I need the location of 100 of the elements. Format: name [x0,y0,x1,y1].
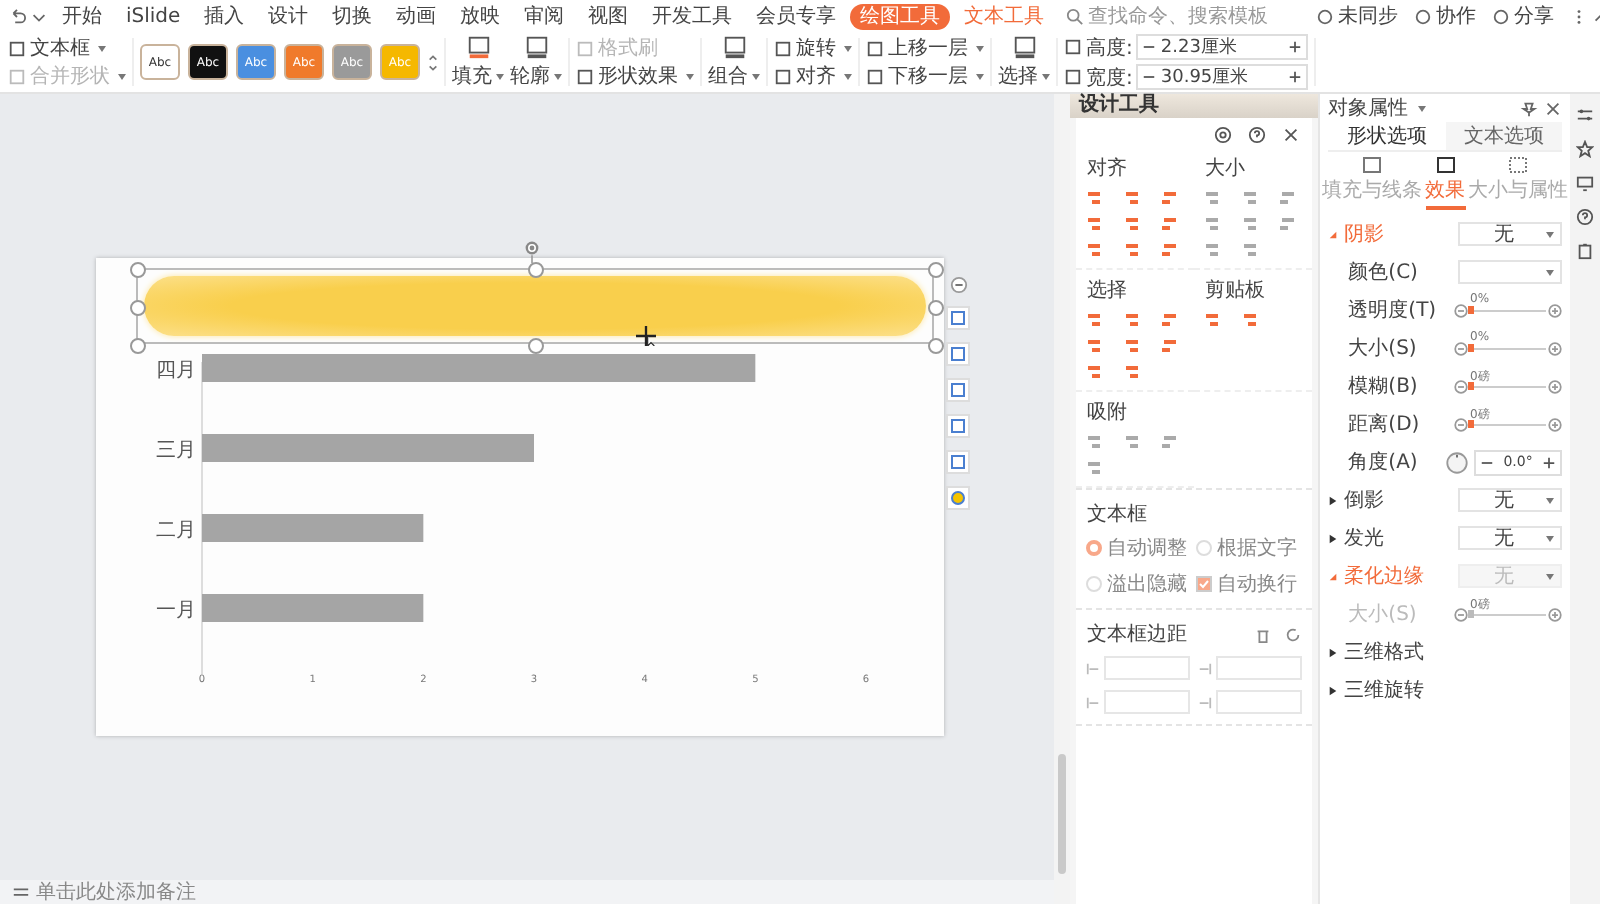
ribbon-button[interactable]: 上移一层 [866,36,984,60]
checkbox-icon[interactable] [1196,576,1213,592]
gallery-more-icon[interactable] [428,53,438,71]
slider-thumb[interactable] [1468,381,1475,389]
size-spinner[interactable]: 2.23厘米 [1136,34,1309,60]
resize-icon[interactable] [1276,188,1297,208]
resize-icon[interactable] [1240,240,1261,260]
section-header[interactable]: 倒影 [1328,486,1385,514]
menu-tab[interactable]: 开发工具 [642,3,743,29]
help-icon[interactable] [1248,126,1267,144]
star-icon[interactable] [1576,140,1594,158]
align-icon[interactable] [1158,214,1179,234]
menu-tab[interactable]: 插入 [194,3,255,29]
menu-tab[interactable]: 动画 [386,3,447,29]
resize-icon[interactable] [1240,214,1261,234]
resize-handle[interactable] [129,299,145,315]
checkbox-option[interactable]: 自动换行 [1196,570,1303,598]
size-spinner[interactable]: 30.95厘米 [1136,64,1309,90]
frame-icon[interactable] [946,306,970,330]
caret-icon[interactable] [1418,105,1427,111]
align-icon[interactable] [1158,188,1179,208]
resize-handle[interactable] [927,337,943,353]
align-icon[interactable] [1122,214,1143,234]
radio-option[interactable]: 溢出隐藏 [1086,570,1193,598]
resize-handle[interactable] [927,299,943,315]
ribbon-button[interactable]: 下移一层 [866,64,984,88]
snap-icon[interactable] [1122,432,1143,452]
angle-dial[interactable] [1446,451,1469,473]
minus-icon[interactable] [1454,379,1469,393]
screen-icon[interactable] [1576,174,1594,192]
panel-title[interactable]: 对象属性 [1328,94,1409,122]
close-icon[interactable] [1282,126,1301,144]
margin-input-field[interactable] [1216,656,1303,680]
copy-icon[interactable] [1240,310,1261,330]
select-icon[interactable] [1158,336,1179,356]
shape-fill-icon[interactable] [946,414,970,438]
margin-input-field[interactable] [1104,656,1191,680]
align-icon[interactable] [1158,240,1179,260]
ribbon-button[interactable]: 文本框 [8,36,126,60]
select-icon[interactable] [1158,310,1179,330]
ribbon-button[interactable]: 旋转 [774,36,852,60]
dropdown[interactable]: 无 [1458,488,1563,512]
radio-icon[interactable] [1086,576,1103,592]
undo-icon[interactable] [8,7,26,25]
menu-tab[interactable]: 放映 [450,3,511,29]
menu-tab[interactable]: 审阅 [514,3,575,29]
pen-icon[interactable] [946,378,970,402]
margin-input-field[interactable] [1104,690,1191,714]
toolbar-action-button[interactable]: 协作 [1414,2,1477,30]
resize-handle[interactable] [528,337,544,353]
minus-icon[interactable] [1454,417,1469,431]
resize-handle[interactable] [528,261,544,277]
snap-icon[interactable] [1158,432,1179,452]
minus-circle-icon[interactable] [949,276,967,294]
dropdown[interactable]: 无 [1458,222,1563,246]
square-icon[interactable] [946,450,970,474]
dropdown[interactable]: 无 [1458,526,1563,550]
rotate-handle[interactable] [524,240,540,264]
properties-icon[interactable] [1576,106,1594,124]
ribbon-button[interactable]: 填充 [452,34,504,90]
radio-icon[interactable] [1086,540,1103,556]
settings-icon[interactable] [1214,126,1233,144]
bulb-icon[interactable] [946,486,970,510]
slider-thumb[interactable] [1468,419,1475,427]
ribbon-button[interactable]: 对齐 [774,64,852,88]
ribbon-button[interactable]: 形状效果 [576,64,694,88]
minus-icon[interactable] [1454,341,1469,355]
resize-handle[interactable] [129,337,145,353]
select-icon[interactable] [1122,362,1143,382]
resize-handle[interactable] [927,261,943,277]
help-icon[interactable] [1576,208,1594,226]
color-dropdown[interactable] [1458,260,1563,284]
align-icon[interactable] [1122,240,1143,260]
ribbon-button[interactable]: 选择 [998,34,1050,90]
menu-tab[interactable]: 切换 [322,3,383,29]
menu-tab[interactable]: 开始 [52,3,112,29]
reset-icon[interactable] [1284,625,1303,643]
search-field[interactable]: 查找命令、搜索模板 [1066,5,1309,27]
select-icon[interactable] [1122,310,1143,330]
menu-tab[interactable]: 设计 [258,3,319,29]
section-header[interactable]: 发光 [1328,524,1385,552]
ribbon-button[interactable]: 组合 [708,34,760,90]
pin-icon[interactable] [1520,99,1539,117]
menu-tab[interactable]: 会员专享 [746,3,847,29]
radio-option[interactable]: 自动调整 [1086,534,1193,562]
select-icon[interactable] [1122,336,1143,356]
scrollbar[interactable] [1054,94,1071,904]
menu-tab[interactable]: iSlide [116,3,191,29]
minus-icon[interactable] [1454,607,1469,621]
resize-icon[interactable] [1276,214,1297,234]
notes-icon[interactable] [12,883,30,901]
align-icon[interactable] [1122,188,1143,208]
layers-icon[interactable] [946,342,970,366]
trash-icon[interactable] [1254,625,1273,643]
panel-tab[interactable]: 文本选项 [1445,122,1563,150]
margin-input-field[interactable] [1216,690,1303,714]
radio-icon[interactable] [1196,540,1213,556]
slider-thumb[interactable] [1468,305,1475,313]
section-header[interactable]: 三维格式 [1328,638,1425,666]
menu-tab[interactable]: 视图 [578,3,639,29]
